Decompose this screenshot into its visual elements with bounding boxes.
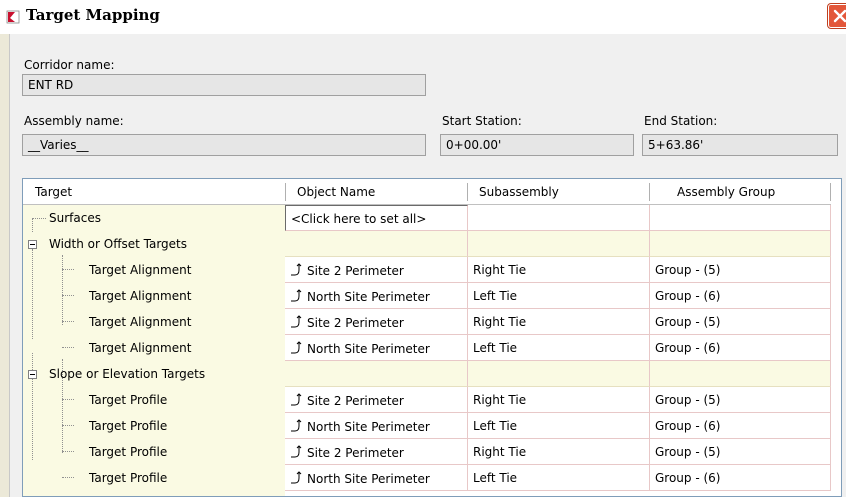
column-divider[interactable] (285, 183, 286, 201)
assembly-name-label: Assembly name: (24, 114, 124, 128)
alignment-icon (291, 419, 302, 432)
close-icon (833, 9, 846, 23)
column-header-subassembly[interactable]: Subassembly (479, 185, 559, 199)
group-row-slope-elevation[interactable]: Slope or Elevation Targets (23, 361, 831, 387)
subassembly-cell[interactable]: Left Tie (468, 335, 650, 361)
group-row-width-offset[interactable]: Width or Offset Targets (23, 231, 831, 257)
object-name-cell[interactable]: North Site Perimeter (285, 335, 468, 361)
object-name-cell[interactable]: North Site Perimeter (285, 413, 468, 439)
tree-line (62, 347, 74, 348)
object-name-cell[interactable]: Site 2 Perimeter (285, 257, 468, 283)
table-row[interactable]: Target Alignment North Site Perimeter Le… (23, 283, 831, 309)
alignment-icon (291, 471, 302, 484)
assembly-name-field: __Varies__ (22, 134, 426, 156)
group-group-cell (650, 231, 831, 257)
table-row[interactable]: Target Profile Site 2 Perimeter Right Ti… (23, 387, 831, 413)
table-row[interactable]: Target Profile Site 2 Perimeter Right Ti… (23, 439, 831, 465)
alignment-icon (291, 315, 302, 328)
column-divider[interactable] (649, 183, 650, 201)
tree-line (62, 321, 74, 322)
assembly-group-cell[interactable]: Group - (5) (650, 257, 831, 283)
assembly-group-cell[interactable]: Group - (5) (650, 387, 831, 413)
set-all-objects-cell[interactable]: <Click here to set all> (285, 205, 468, 231)
column-divider[interactable] (830, 183, 831, 201)
object-name: Site 2 Perimeter (307, 316, 404, 330)
column-header-assembly-group[interactable]: Assembly Group (677, 185, 775, 199)
object-name: North Site Perimeter (307, 420, 430, 434)
grid-header: Target Object Name Subassembly Assembly … (23, 179, 831, 205)
assembly-group-cell[interactable]: Group - (6) (650, 465, 831, 491)
tree-line (62, 295, 74, 296)
object-name-cell[interactable]: North Site Perimeter (285, 283, 468, 309)
subassembly-cell[interactable]: Left Tie (468, 283, 650, 309)
assembly-group-cell[interactable]: Group - (5) (650, 439, 831, 465)
subassembly-cell[interactable]: Right Tie (468, 387, 650, 413)
object-name: North Site Perimeter (307, 342, 430, 356)
subassembly-cell[interactable]: Left Tie (468, 465, 650, 491)
close-button[interactable] (828, 4, 846, 28)
tree-line (62, 425, 74, 426)
tree-line (62, 477, 74, 478)
object-name: Site 2 Perimeter (307, 446, 404, 460)
object-name-cell[interactable]: Site 2 Perimeter (285, 309, 468, 335)
subassembly-cell[interactable]: Left Tie (468, 413, 650, 439)
table-row[interactable]: Target Alignment Site 2 Perimeter Right … (23, 257, 831, 283)
corridor-name-field[interactable]: ENT RD (22, 74, 426, 96)
start-station-field: 0+00.00' (440, 134, 634, 156)
end-station-field: 5+63.86' (642, 134, 838, 156)
group-subassembly-cell (468, 231, 650, 257)
surfaces-row[interactable]: Surfaces <Click here to set all> (23, 205, 831, 231)
alignment-icon (291, 263, 302, 276)
assembly-group-cell[interactable]: Group - (6) (650, 335, 831, 361)
group-subassembly-cell (468, 361, 650, 387)
title-bar: Target Mapping (0, 0, 846, 34)
column-header-target[interactable]: Target (35, 185, 72, 199)
tree-line (62, 451, 74, 452)
column-header-object-name[interactable]: Object Name (297, 185, 375, 199)
object-name-cell[interactable]: Site 2 Perimeter (285, 439, 468, 465)
object-name: Site 2 Perimeter (307, 394, 404, 408)
window-title: Target Mapping (26, 6, 160, 24)
tree-line (62, 399, 74, 400)
civil3d-app-icon (6, 10, 20, 24)
tree-line (62, 269, 74, 270)
group-group-cell (650, 361, 831, 387)
subassembly-cell[interactable]: Right Tie (468, 309, 650, 335)
start-station-label: Start Station: (442, 114, 522, 128)
surfaces-subassembly-cell[interactable] (468, 205, 650, 231)
end-station-label: End Station: (644, 114, 718, 128)
table-row[interactable]: Target Profile North Site Perimeter Left… (23, 413, 831, 439)
group-object-cell (285, 361, 468, 387)
alignment-icon (291, 393, 302, 406)
assembly-group-cell[interactable]: Group - (6) (650, 283, 831, 309)
target-mapping-grid: Target Object Name Subassembly Assembly … (22, 178, 842, 497)
table-row[interactable]: Target Alignment North Site Perimeter Le… (23, 335, 831, 361)
collapse-icon[interactable] (28, 240, 37, 249)
alignment-icon (291, 289, 302, 302)
assembly-group-cell[interactable]: Group - (5) (650, 309, 831, 335)
object-name: North Site Perimeter (307, 290, 430, 304)
table-row[interactable]: Target Alignment Site 2 Perimeter Right … (23, 309, 831, 335)
column-divider[interactable] (467, 183, 468, 201)
alignment-icon (291, 445, 302, 458)
assembly-group-cell[interactable]: Group - (6) (650, 413, 831, 439)
alignment-icon (291, 341, 302, 354)
object-name: North Site Perimeter (307, 472, 430, 486)
group-object-cell (285, 231, 468, 257)
target-cell: Target Profile (89, 471, 168, 485)
corridor-name-label: Corridor name: (24, 58, 115, 72)
table-row[interactable]: Target Profile North Site Perimeter Left… (23, 465, 831, 491)
surfaces-group-cell[interactable] (650, 205, 831, 231)
subassembly-cell[interactable]: Right Tie (468, 257, 650, 283)
subassembly-cell[interactable]: Right Tie (468, 439, 650, 465)
collapse-icon[interactable] (28, 370, 37, 379)
object-name: Site 2 Perimeter (307, 264, 404, 278)
object-name-cell[interactable]: North Site Perimeter (285, 465, 468, 491)
object-name-cell[interactable]: Site 2 Perimeter (285, 387, 468, 413)
